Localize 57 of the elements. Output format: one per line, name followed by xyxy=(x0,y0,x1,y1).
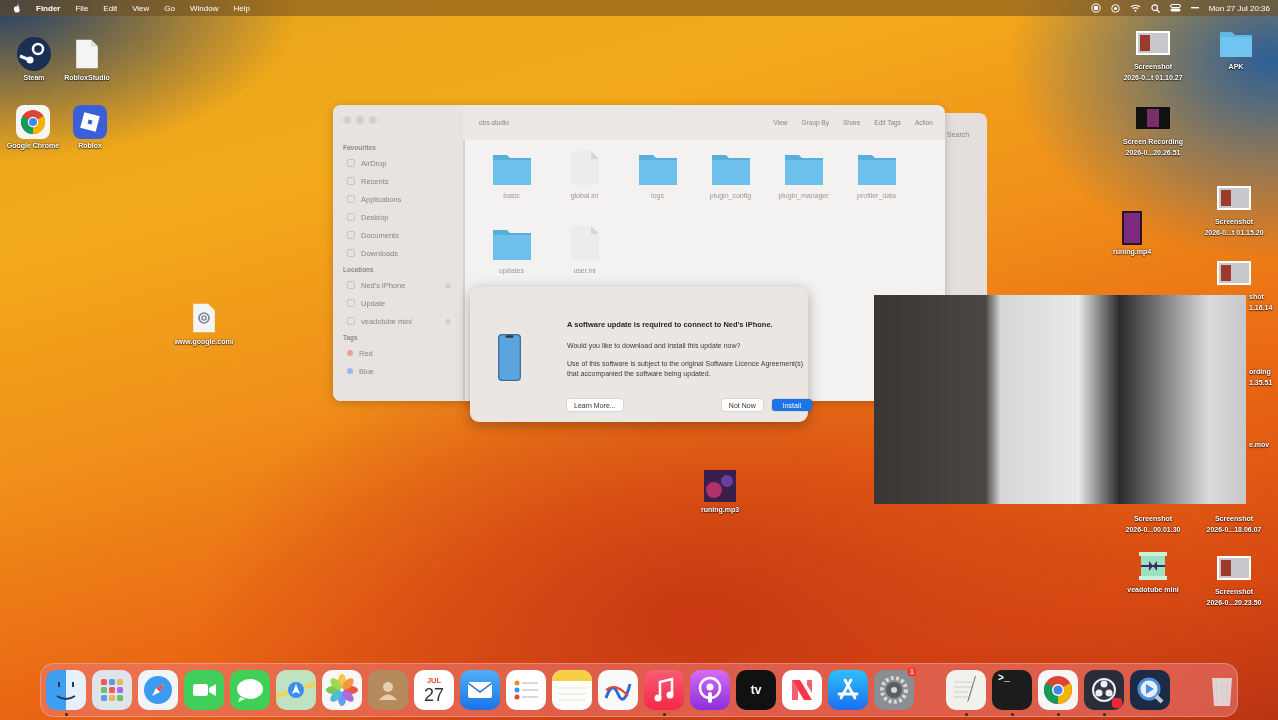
apple-logo-icon[interactable] xyxy=(13,3,21,13)
podcast-icon[interactable] xyxy=(690,670,730,710)
rounded-square-icon xyxy=(347,249,355,257)
music-note-icon[interactable] xyxy=(644,670,684,710)
screen-record-icon[interactable] xyxy=(1090,3,1101,13)
pen-document-icon[interactable] xyxy=(946,670,986,710)
tv-icon[interactable]: tv xyxy=(736,670,776,710)
contact-book-icon[interactable] xyxy=(368,670,408,710)
rounded-square-icon xyxy=(347,177,355,185)
app-grid-icon[interactable] xyxy=(92,670,132,710)
video-camera-icon[interactable] xyxy=(184,670,224,710)
browser-logo-icon[interactable] xyxy=(15,104,51,140)
folder-icon[interactable] xyxy=(491,227,532,261)
menu-bar-clock[interactable]: Mon 27 Jul 20:36 xyxy=(1208,3,1270,13)
terminal-icon[interactable]: >_ xyxy=(992,670,1032,710)
face-icon[interactable] xyxy=(46,670,86,710)
menu-item[interactable]: Go xyxy=(164,3,175,13)
music-thumbnail-icon[interactable] xyxy=(702,468,738,504)
magnifier-play-icon[interactable] xyxy=(1130,670,1170,710)
app-store-icon[interactable] xyxy=(828,670,868,710)
rounded-square-icon xyxy=(347,159,355,167)
rounded-square-icon xyxy=(347,317,355,325)
wifi-icon[interactable] xyxy=(1129,4,1141,12)
rounded-square-icon xyxy=(347,195,355,203)
folder-icon[interactable] xyxy=(783,152,824,186)
menu-item[interactable]: File xyxy=(75,3,89,13)
menu-item[interactable]: Window xyxy=(190,3,219,13)
rounded-square-icon xyxy=(347,299,355,307)
menu-item[interactable]: Help xyxy=(233,3,250,13)
menu-item[interactable]: Finder xyxy=(36,3,61,13)
map-icon[interactable] xyxy=(276,670,316,710)
rounded-square-icon xyxy=(347,231,355,239)
search-icon[interactable] xyxy=(1150,3,1160,13)
minus-icon[interactable] xyxy=(1190,7,1199,9)
rounded-square-icon xyxy=(347,281,355,289)
checklist-icon[interactable] xyxy=(506,670,546,710)
circle-logo-icon[interactable] xyxy=(16,36,52,72)
envelope-icon[interactable] xyxy=(460,670,500,710)
record-logo-icon[interactable] xyxy=(1084,670,1124,710)
circle-icon[interactable] xyxy=(1110,3,1120,13)
folder-icon[interactable] xyxy=(856,152,897,186)
whiteboard-icon[interactable] xyxy=(598,670,638,710)
speech-bubble-icon[interactable] xyxy=(230,670,270,710)
menu-item[interactable]: Edit xyxy=(103,3,118,13)
browser-logo-icon[interactable] xyxy=(1038,670,1078,710)
square-logo-icon[interactable] xyxy=(72,104,108,140)
folder-icon[interactable] xyxy=(637,152,678,186)
folder-icon[interactable] xyxy=(491,152,532,186)
menu-item[interactable]: View xyxy=(132,3,150,13)
notepad-icon[interactable] xyxy=(552,670,592,710)
news-icon[interactable] xyxy=(782,670,822,710)
phone-icon xyxy=(497,333,522,382)
rounded-square-icon xyxy=(347,213,355,221)
control-center-icon[interactable] xyxy=(1169,4,1181,12)
compass-icon[interactable] xyxy=(138,670,178,710)
folder-icon[interactable] xyxy=(710,152,751,186)
flower-icon[interactable] xyxy=(322,670,362,710)
